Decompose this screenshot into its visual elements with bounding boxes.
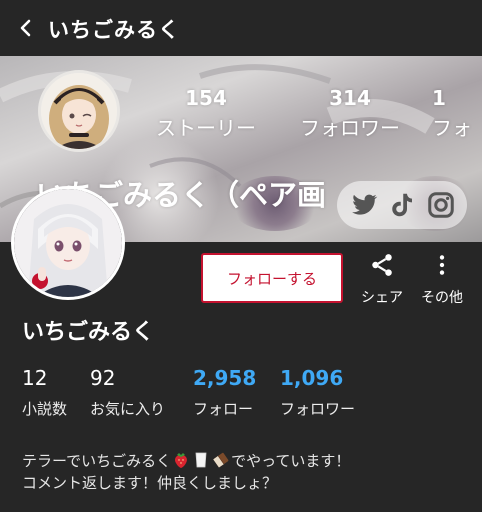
- header-stat-value: 314: [329, 86, 371, 110]
- more-label: その他: [421, 290, 463, 306]
- stat-label: フォロー: [193, 400, 254, 418]
- follow-button[interactable]: フォローする: [201, 253, 343, 303]
- bio-line-1: テラーでいちごみるく でやっています！: [22, 450, 350, 472]
- stat-favorites[interactable]: 92 お気に入り: [90, 366, 165, 419]
- bio-line-2: コメント返します！仲良くしましょ？: [22, 474, 278, 492]
- bio-text: でやっています！: [231, 452, 351, 470]
- stat-label: フォロワー: [280, 400, 356, 418]
- header-stat-label: ストーリー: [156, 116, 256, 140]
- share-button[interactable]: シェア: [350, 252, 414, 307]
- stat-value: 12: [22, 366, 48, 390]
- header-stat-label: フォロワー: [300, 116, 400, 140]
- milk-glass-icon: [195, 452, 207, 468]
- stat-label: お気に入り: [90, 400, 166, 418]
- back-arrow-icon[interactable]: [14, 16, 38, 40]
- header-stat-following: 1 フォ: [432, 86, 482, 141]
- chocolate-icon: [213, 452, 229, 468]
- profile-avatar: [11, 186, 125, 300]
- header-avatar: [38, 70, 120, 152]
- share-icon: [372, 254, 392, 276]
- header-stat-value: 154: [185, 86, 227, 110]
- more-vertical-icon: [439, 255, 445, 275]
- social-links: [337, 181, 467, 229]
- user-name: いちごみるく: [22, 320, 155, 345]
- header-stat-followers: 314 フォロワー: [288, 86, 412, 141]
- top-bar: いちごみるく: [0, 0, 482, 56]
- share-label: シェア: [361, 290, 403, 306]
- header-stat-stories: 154 ストーリー: [145, 86, 267, 141]
- stat-novels[interactable]: 12 小説数: [22, 366, 67, 419]
- stat-value: 92: [90, 366, 116, 390]
- stat-following[interactable]: 2,958 フォロー: [193, 366, 256, 419]
- twitter-icon[interactable]: [349, 190, 379, 220]
- bio-text: テラーでいちごみるく: [22, 452, 172, 470]
- header-stat-value: 1: [432, 86, 446, 110]
- page-title: いちごみるく: [48, 18, 180, 42]
- more-button[interactable]: その他: [410, 252, 474, 307]
- stat-followers[interactable]: 1,096 フォロワー: [280, 366, 355, 419]
- stat-value: 2,958: [193, 366, 257, 390]
- strawberry-icon: [175, 453, 188, 468]
- header-stat-label: フォ: [432, 116, 472, 140]
- stat-value: 1,096: [280, 366, 344, 390]
- profile-bio: テラーでいちごみるく でやっています！ コメント返します！仲良くしましょ？: [22, 450, 350, 494]
- tiktok-icon[interactable]: [387, 190, 417, 220]
- instagram-icon[interactable]: [426, 190, 456, 220]
- stat-label: 小説数: [22, 400, 68, 418]
